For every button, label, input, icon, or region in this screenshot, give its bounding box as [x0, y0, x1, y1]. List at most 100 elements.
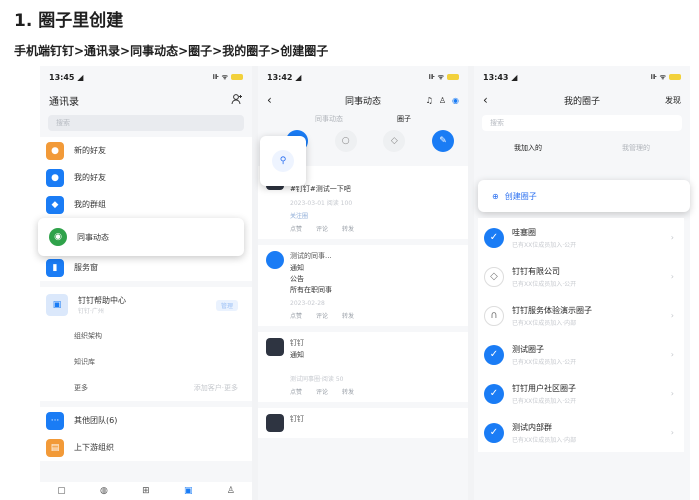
group-icon: ◆	[46, 195, 64, 214]
list-item[interactable]: ∩ 钉钉服务体验演示圈子 已有XX位成员加入·内部 ›	[478, 296, 684, 335]
signal-icon: ⊪ ᯤ	[650, 72, 666, 81]
list-item-label: 上下游组织	[74, 443, 114, 452]
colleague-feed-icon: ◉	[49, 228, 67, 246]
tab-me-icon[interactable]: ♙	[227, 486, 235, 496]
list-item-label: 服务窗	[74, 263, 98, 272]
chevron-right-icon: ›	[670, 350, 674, 359]
sub-item-more[interactable]: 更多 添加客户·更多	[40, 375, 252, 401]
search-input[interactable]: 搜索	[482, 115, 682, 131]
circle-list: ✓ 哇塞圈 已有XX位成员加入·公开 › ◇ 钉钉有限公司 已有XX位成员加入·公开…	[478, 218, 684, 452]
list-item-new-friends[interactable]: ● 新的好友	[40, 137, 252, 164]
status-icons: ⊪ ᯤ	[213, 73, 243, 82]
bell-icon[interactable]: ♫	[426, 96, 433, 105]
status-bar: 13:43 ◢ ⊪ ᯤ	[474, 66, 690, 88]
plus-circle-icon: ⊕	[492, 191, 499, 201]
status-bar: 13:45 ◢ ⊪ ᯤ	[40, 66, 252, 88]
battery-icon	[669, 74, 681, 80]
tab-contacts-icon[interactable]: ▣	[184, 486, 193, 496]
page-title: 通讯录	[49, 96, 79, 108]
status-time: 13:42 ◢	[267, 72, 302, 82]
more-dots-icon: ···	[46, 411, 64, 430]
circle-shortcut-icon[interactable]: ○	[334, 130, 357, 152]
person-icon: ●	[46, 141, 64, 160]
feed-post[interactable]: 钉钉	[258, 408, 468, 438]
person-icon[interactable]: ♙	[439, 96, 446, 105]
signal-icon: ⊪ ᯤ	[428, 72, 444, 81]
feed-post[interactable]: 钉钉 通知 测试同事圈·阅读 50 点赞 评论 转发	[258, 332, 468, 402]
org-name: 钉钉帮助中心	[78, 296, 126, 305]
chevron-right-icon: ›	[670, 233, 674, 242]
list-item-other-team[interactable]: ··· 其他团队(6)	[40, 407, 252, 434]
tab-colleague-feed[interactable]: 同事动态	[315, 114, 343, 124]
phone-contacts: 13:45 ◢ ⊪ ᯤ 通讯录 搜索 ● 新的好友 ● 我的好友 ◆ 我的群组 …	[40, 66, 252, 500]
circle-check-icon: ✓	[484, 227, 504, 248]
phone-colleague-feed: 13:42 ◢ ⊪ ᯤ ‹ 同事动态 ♫ ♙ ◉ 同事动态 圈子 ✎ ○ ◇ ✎…	[258, 66, 468, 500]
highlight-circle-button[interactable]: ⚲	[260, 136, 306, 186]
circle-check-icon: ✓	[484, 383, 504, 404]
circle-shortcut-icon[interactable]: ◇	[383, 130, 406, 152]
tab-circles[interactable]: 圈子	[397, 114, 411, 124]
list-item-service[interactable]: ▮ 服务窗	[40, 254, 252, 281]
org-row[interactable]: ▣ 钉钉帮助中心 钉钉·广州 管理	[40, 287, 252, 323]
battery-icon	[447, 74, 459, 80]
avatar	[266, 338, 284, 356]
list-item-label: 其他团队(6)	[74, 416, 118, 425]
circle-check-icon: ✓	[484, 422, 504, 443]
list-item[interactable]: ✓ 测试内部群 已有XX位成员加入·内部 ›	[478, 413, 684, 452]
list-item-label: 我的群组	[74, 200, 106, 209]
chevron-right-icon: ›	[670, 389, 674, 398]
highlight-label: 同事动态	[77, 232, 109, 242]
bookmark-icon: ▮	[46, 258, 64, 277]
create-circle-label: 创建圈子	[504, 191, 537, 201]
org-section: ▣ 钉钉帮助中心 钉钉·广州 管理 组织架构 知识库 更多 添加客户·更多	[40, 287, 252, 401]
tab-messages-icon[interactable]: ▢	[57, 486, 66, 496]
navbar: 通讯录	[40, 88, 252, 112]
circle-shortcut-icon[interactable]: ✎	[431, 130, 454, 152]
org-icon: ▤	[46, 438, 64, 457]
doc-path: 手机端钉钉>通讯录>同事动态>圈子>我的圈子>创建圈子	[14, 44, 329, 58]
tab-docs-icon[interactable]: ◍	[100, 486, 108, 496]
diamond-icon: ◇	[484, 266, 504, 287]
contact-list: ● 新的好友 ● 我的好友 ◆ 我的群组 ▮ 服务窗	[40, 137, 252, 281]
back-icon[interactable]: ‹	[267, 93, 272, 107]
mail-icon[interactable]: ◉	[452, 96, 459, 105]
status-time: 13:45 ◢	[49, 72, 84, 82]
list-item[interactable]: ✓ 哇塞圈 已有XX位成员加入·公开 ›	[478, 218, 684, 257]
discover-button[interactable]: 发现	[665, 95, 681, 106]
list-item[interactable]: ✓ 测试圈子 已有XX位成员加入·公开 ›	[478, 335, 684, 374]
status-bar: 13:42 ◢ ⊪ ᯤ	[258, 66, 468, 88]
list-item[interactable]: ◇ 钉钉有限公司 已有XX位成员加入·公开 ›	[478, 257, 684, 296]
person-add-icon[interactable]	[231, 93, 243, 108]
lock-icon: ∩	[484, 305, 504, 326]
sub-item-knowledge[interactable]: 知识库	[40, 349, 252, 375]
avatar	[266, 251, 284, 269]
circle-tabs: 我加入的 我管理的	[474, 137, 690, 159]
navbar: ‹ 我的圈子 发现	[474, 88, 690, 112]
list-item-label: 我的好友	[74, 173, 106, 182]
create-circle-button[interactable]: ⊕ 创建圈子	[478, 180, 690, 212]
battery-icon	[231, 74, 243, 80]
highlight-colleague-feed[interactable]: ◉ 同事动态	[38, 218, 244, 256]
tab-joined[interactable]: 我加入的	[514, 143, 542, 153]
navbar-actions: ♫ ♙ ◉	[426, 96, 459, 105]
list-item-updown[interactable]: ▤ 上下游组织	[40, 434, 252, 461]
org-sub: 钉钉·广州	[78, 308, 104, 315]
person-icon: ●	[46, 168, 64, 187]
tab-managed[interactable]: 我管理的	[622, 143, 650, 153]
org-logo-icon: ▣	[46, 294, 68, 316]
list-item-label: 新的好友	[74, 146, 106, 155]
list-item-my-friends[interactable]: ● 我的好友	[40, 164, 252, 191]
tab-workbench-icon[interactable]: ⊞	[142, 486, 150, 496]
avatar	[266, 414, 284, 432]
circle-check-icon: ✓	[484, 344, 504, 365]
navbar: ‹ 同事动态 ♫ ♙ ◉	[258, 88, 468, 112]
list-item-my-groups[interactable]: ◆ 我的群组	[40, 191, 252, 218]
chevron-right-icon: ›	[670, 272, 674, 281]
page-title: 我的圈子	[563, 96, 600, 107]
search-input[interactable]: 搜索	[48, 115, 244, 131]
back-icon[interactable]: ‹	[483, 93, 488, 107]
circle-icon: ⚲	[272, 150, 294, 172]
feed-post[interactable]: 测试的同事... 通知 公告 所有在职同事 2023-02-28 点赞 评论 转发	[258, 245, 468, 326]
sub-item-structure[interactable]: 组织架构	[40, 323, 252, 349]
list-item[interactable]: ✓ 钉钉用户社区圈子 已有XX位成员加入·公开 ›	[478, 374, 684, 413]
